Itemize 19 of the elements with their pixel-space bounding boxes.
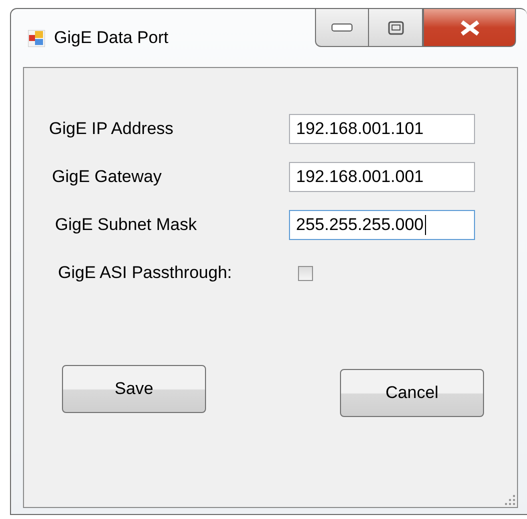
minimize-button[interactable] [315,9,369,47]
field-label: GigE Gateway [52,167,163,187]
maximize-button[interactable] [369,9,423,47]
field-label: GigE Subnet Mask [55,215,198,235]
cancel-button[interactable]: Cancel [340,369,484,417]
text-field[interactable]: 192.168.001.101 [289,114,475,144]
field-label: GigE ASI Passthrough: [58,263,233,283]
app-icon [28,30,45,46]
text-field[interactable]: 255.255.255.000 [289,210,475,240]
text-field[interactable]: 192.168.001.001 [289,162,475,192]
field-label: GigE IP Address [49,119,174,139]
save-button[interactable]: Save [62,365,206,413]
close-button[interactable] [423,9,516,47]
close-icon [458,20,480,36]
window-title: GigE Data Port [54,28,168,48]
minimize-icon [331,23,353,32]
maximize-icon [388,20,404,34]
checkbox[interactable] [298,266,313,280]
resize-grip-icon[interactable] [505,495,515,505]
